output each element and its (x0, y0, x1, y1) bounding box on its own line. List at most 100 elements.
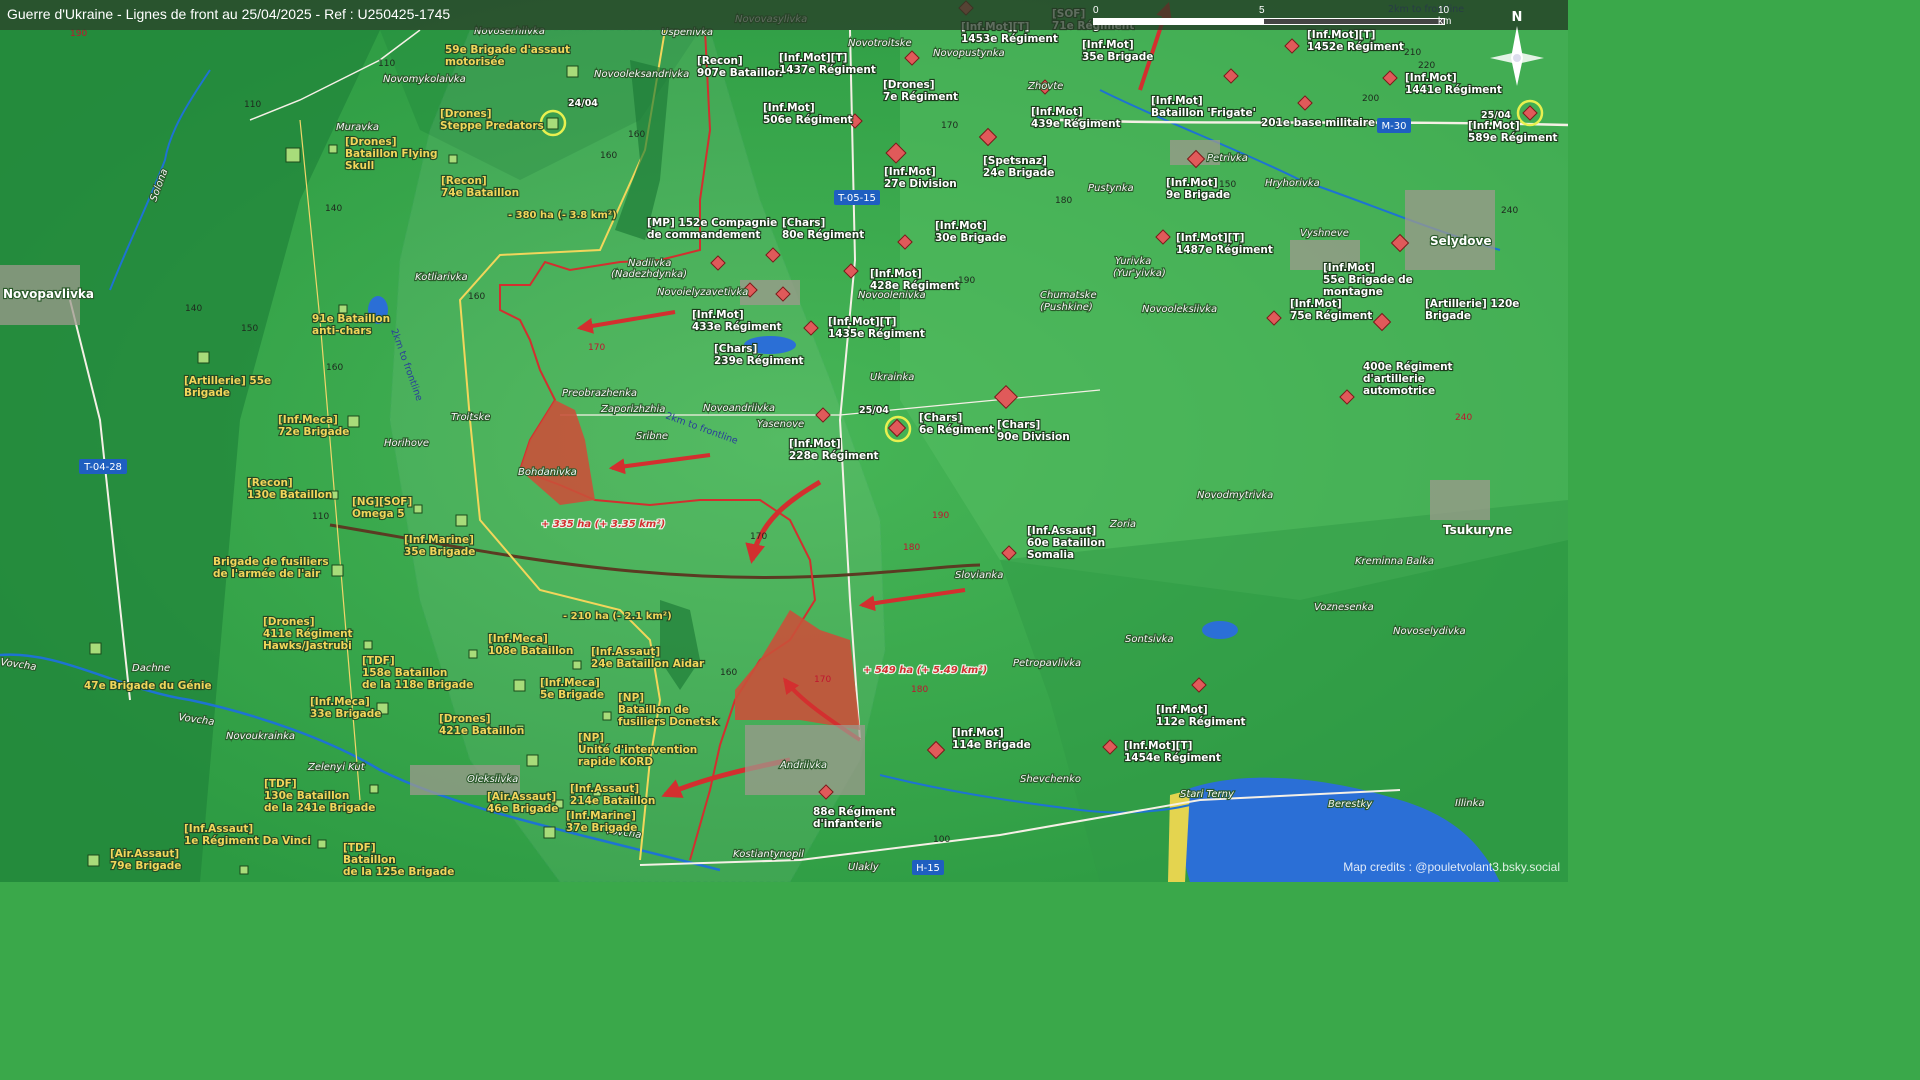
ukr-unit-label: 59e Brigade d'assaut (445, 44, 570, 56)
ukr-unit-label: [Inf.Meca] (310, 696, 370, 708)
town-label: Zelenyi Kut (307, 762, 366, 773)
ukr-unit-label: de la 241e Brigade (264, 802, 375, 814)
date-tag: 25/04 (1481, 110, 1511, 121)
town-label: Bohdanivka (518, 467, 577, 478)
ukr-unit-label: de la 125e Brigade (343, 866, 454, 878)
elevation-label: 170 (941, 121, 958, 131)
rus-unit-label: [Inf.Mot] (789, 438, 841, 450)
town-label: Oleksiivka (467, 774, 518, 785)
ukr-unit-label: [Drones] (439, 713, 491, 725)
ukr-unit-label: Skull (345, 160, 374, 172)
ukr-unit-label: [Drones] (440, 108, 492, 120)
rus-unit-label: automotrice (1363, 385, 1435, 397)
rus-unit-label: 24e Brigade (983, 167, 1054, 179)
road-shield-label: T-05-15 (837, 193, 876, 204)
rus-unit-label: 433e Régiment (692, 321, 782, 333)
rus-unit-label: [Inf.Mot] (935, 220, 987, 232)
rus-unit-label: 1452e Régiment (1307, 41, 1404, 53)
town-label: Novodmytrivka (1197, 490, 1273, 501)
town-label: Novopavlivka (3, 287, 94, 301)
scale-label-zero: 0 (1093, 5, 1099, 16)
ukr-unit-label: [Drones] (345, 136, 397, 148)
road-shield-label: T-04-28 (83, 462, 122, 473)
town-label: Ukrainka (870, 372, 914, 383)
rus-unit-label: [Inf.Mot][T] (828, 316, 896, 328)
ukr-unit-label: Brigade de fusiliers (213, 556, 329, 568)
elevation-label: 140 (185, 304, 202, 314)
date-tag: 25/04 (859, 405, 889, 416)
ukr-unit-label: 37e Brigade (566, 822, 637, 834)
town-label: Kostiantynopil (733, 849, 804, 860)
town-label: Slovianka (955, 570, 1003, 581)
town-label: Sontsivka (1125, 634, 1174, 645)
ukr-unit-label: [Inf.Meca] (278, 414, 338, 426)
ukr-unit-label: 46e Brigade (487, 803, 558, 815)
elevation-label: 110 (312, 512, 329, 522)
ukr-unit-label: 5e Brigade (540, 689, 604, 701)
ukr-unit-label: 158e Bataillon (362, 667, 447, 679)
rus-unit-label: 1453e Régiment (961, 33, 1058, 45)
rus-unit-label: montagne (1323, 286, 1383, 298)
town-label: Novooleksiivka (1142, 304, 1217, 315)
rus-unit-label: [Chars] (997, 419, 1040, 431)
ukr-unit-label: Unité d'intervention (578, 744, 697, 756)
rus-unit-label: 112e Régiment (1156, 716, 1246, 728)
ukr-unit-label: [Artillerie] 55e (184, 375, 271, 387)
town-label: Tsukuryne (1443, 523, 1512, 537)
rus-unit-label: 506e Régiment (763, 114, 853, 126)
ukr-unit-label: [Recon] (441, 175, 487, 187)
scale-bar: 0 5 10 km (1093, 5, 1451, 27)
rus-unit-label: [Inf.Mot] (952, 727, 1004, 739)
town-label: Ulakly (848, 862, 880, 873)
rus-unit-label: [Chars] (714, 343, 757, 355)
town-label: Zhovte (1027, 81, 1063, 92)
rus-unit-label: [Inf.Mot] (1031, 106, 1083, 118)
rus-unit-label: 27e Division (884, 178, 957, 190)
map-credits: Map credits : @pouletvolant3.bsky.social (1343, 860, 1560, 874)
town-label: Muravka (336, 122, 379, 133)
ukr-unit-label: [NP] (578, 732, 604, 744)
map-canvas[interactable]: NovoserhiivkaUspenivkaNovovasylivkaNovot… (0, 0, 1569, 883)
ukr-unit-label: [Inf.Assaut] (591, 646, 660, 658)
ukr-unit-label: 33e Brigade (310, 708, 381, 720)
elevation-label: 180 (911, 685, 928, 695)
town-label: Novotroitske (848, 38, 912, 49)
elevation-label: 110 (244, 100, 261, 110)
rus-unit-label: [Inf.Mot] (1323, 262, 1375, 274)
town-label: Berestky (1328, 799, 1373, 810)
ukr-unit-label: [Inf.Meca] (488, 633, 548, 645)
rus-unit-label: [Inf.Mot][T] (1176, 232, 1244, 244)
rus-unit-label: d'artillerie (1363, 373, 1425, 385)
town-label: Novomykolaivka (383, 74, 466, 85)
ukr-unit-label: 108e Bataillon (488, 645, 573, 657)
rus-unit-label: [Inf.Mot] (763, 102, 815, 114)
rus-unit-label: 7e Régiment (883, 91, 958, 103)
town-label: Selydove (1430, 234, 1492, 248)
rus-unit-label: [Inf.Mot] (870, 268, 922, 280)
town-label: (Nadezhdynka) (611, 269, 687, 280)
elevation-label: 180 (1055, 196, 1072, 206)
scale-label-end: 10 km (1438, 5, 1452, 27)
ukr-unit-label: Brigade (184, 387, 230, 399)
elevation-label: 200 (1362, 94, 1379, 104)
rus-unit-label: [Artillerie] 120e (1425, 298, 1519, 310)
ukr-unit-label: 74e Bataillon (441, 187, 519, 199)
rus-unit-label: 114e Brigade (952, 739, 1031, 751)
town-label: Stari Terny (1180, 789, 1235, 800)
rus-unit-label: [Inf.Assaut] (1027, 525, 1096, 537)
ukr-unit-label: [TDF] (343, 842, 376, 854)
rus-unit-label: [Chars] (919, 412, 962, 424)
ukr-unit-label: 1e Régiment Da Vinci (184, 835, 311, 847)
elevation-label: 140 (325, 204, 342, 214)
rus-unit-label: 1454e Régiment (1124, 752, 1221, 764)
rus-unit-label: de commandement (647, 229, 760, 241)
town-label: Yurivka (1115, 256, 1151, 267)
frontline-map[interactable]: NovoserhiivkaUspenivkaNovovasylivkaNovot… (0, 0, 1569, 883)
rus-unit-label: [Inf.Mot] (1468, 120, 1520, 132)
town-label: Yasenove (757, 419, 804, 430)
town-label: Novoandriivka (703, 403, 775, 414)
rus-unit-label: [Inf.Mot] (1151, 95, 1203, 107)
ukr-unit-label: 411e Régiment (263, 628, 353, 640)
ukr-unit-label: 35e Brigade (404, 546, 475, 558)
ukr-unit-label: Bataillon (343, 854, 396, 866)
